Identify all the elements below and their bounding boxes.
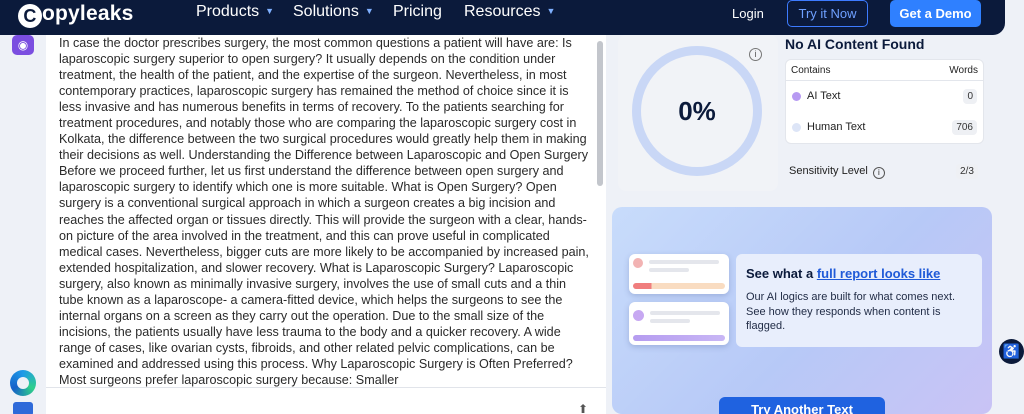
ai-text-dot: [792, 92, 801, 101]
logo-mark: C: [18, 4, 42, 28]
nav-solutions[interactable]: Solutions ▼: [293, 3, 374, 21]
login-link[interactable]: Login: [732, 6, 764, 21]
score-ring: 0%: [632, 46, 762, 176]
text-input-panel: In case the doctor prescribes surgery, t…: [46, 35, 606, 414]
report-preview-card: [629, 254, 729, 294]
promo-title-prefix: See what a: [746, 266, 817, 281]
top-navbar: Copyleaks Products ▼ Solutions ▼ Pricing R…: [0, 0, 1005, 35]
word-count: 706: [952, 120, 977, 135]
chevron-down-icon: ▼: [265, 6, 275, 16]
get-demo-button[interactable]: Get a Demo: [890, 0, 981, 27]
full-report-promo: See what a full report looks like Our AI…: [612, 207, 992, 414]
human-text-dot: [792, 123, 801, 132]
preview-bullet: [633, 310, 644, 321]
nav-products[interactable]: Products ▼: [196, 3, 274, 21]
try-it-now-button[interactable]: Try it Now: [787, 0, 868, 27]
sensitivity-label: Sensitivity Level: [789, 165, 868, 177]
preview-line: [649, 268, 689, 272]
row-label: Human Text: [807, 121, 866, 133]
full-report-link[interactable]: full report looks like: [817, 266, 941, 281]
contains-header: Contains: [791, 65, 831, 76]
ai-percent: 0%: [678, 96, 716, 126]
info-icon[interactable]: i: [872, 167, 885, 179]
preview-bullet: [633, 258, 643, 268]
preview-line: [649, 260, 719, 264]
sensitivity-level: Sensitivity Level i: [789, 165, 885, 179]
row-label: AI Text: [807, 90, 841, 102]
preview-line: [650, 311, 720, 315]
scanned-text[interactable]: In case the doctor prescribes surgery, t…: [59, 35, 589, 387]
chevron-down-icon: ▼: [546, 6, 556, 16]
edge-browser-icon[interactable]: [10, 370, 36, 396]
eye-icon[interactable]: ◉: [12, 35, 34, 55]
word-count-table: Contains Words AI Text 0 Human Text 706: [785, 59, 984, 144]
copyleaks-logo[interactable]: Copyleaks: [18, 2, 134, 28]
table-row-ai-text: AI Text 0: [786, 82, 983, 113]
preview-bar: [633, 335, 725, 341]
table-header: Contains Words: [786, 60, 983, 81]
nav-resources-label: Resources: [464, 3, 541, 20]
sensitivity-value[interactable]: 2/3: [956, 164, 978, 179]
logo-text: opyleaks: [42, 2, 134, 25]
try-another-text-button[interactable]: Try Another Text: [719, 397, 885, 414]
promo-description: Our AI logics are built for what comes n…: [746, 291, 956, 332]
word-count: 0: [963, 89, 977, 104]
nav-pricing[interactable]: Pricing: [393, 3, 442, 21]
accessibility-icon[interactable]: ♿: [999, 339, 1024, 364]
nav-pricing-label: Pricing: [393, 3, 442, 20]
report-preview-card: [629, 302, 729, 345]
document-icon[interactable]: [13, 402, 33, 414]
ai-score-card: 0% i: [618, 35, 778, 191]
preview-line: [650, 319, 690, 323]
table-row-human-text: Human Text 706: [786, 113, 983, 144]
scrollbar[interactable]: [597, 41, 603, 186]
result-title: No AI Content Found: [785, 36, 925, 52]
nav-resources[interactable]: Resources ▼: [464, 3, 555, 21]
promo-text-box: See what a full report looks like Our AI…: [736, 254, 982, 347]
words-header: Words: [949, 65, 978, 76]
info-icon[interactable]: i: [749, 48, 762, 61]
preview-bar: [633, 283, 725, 289]
nav-products-label: Products: [196, 3, 260, 20]
left-rail: [0, 35, 46, 414]
promo-title: See what a full report looks like: [746, 266, 940, 281]
text-panel-footer: ⬆: [46, 387, 606, 414]
upload-icon[interactable]: ⬆: [578, 402, 588, 414]
chevron-down-icon: ▼: [364, 6, 374, 16]
nav-solutions-label: Solutions: [293, 3, 359, 20]
